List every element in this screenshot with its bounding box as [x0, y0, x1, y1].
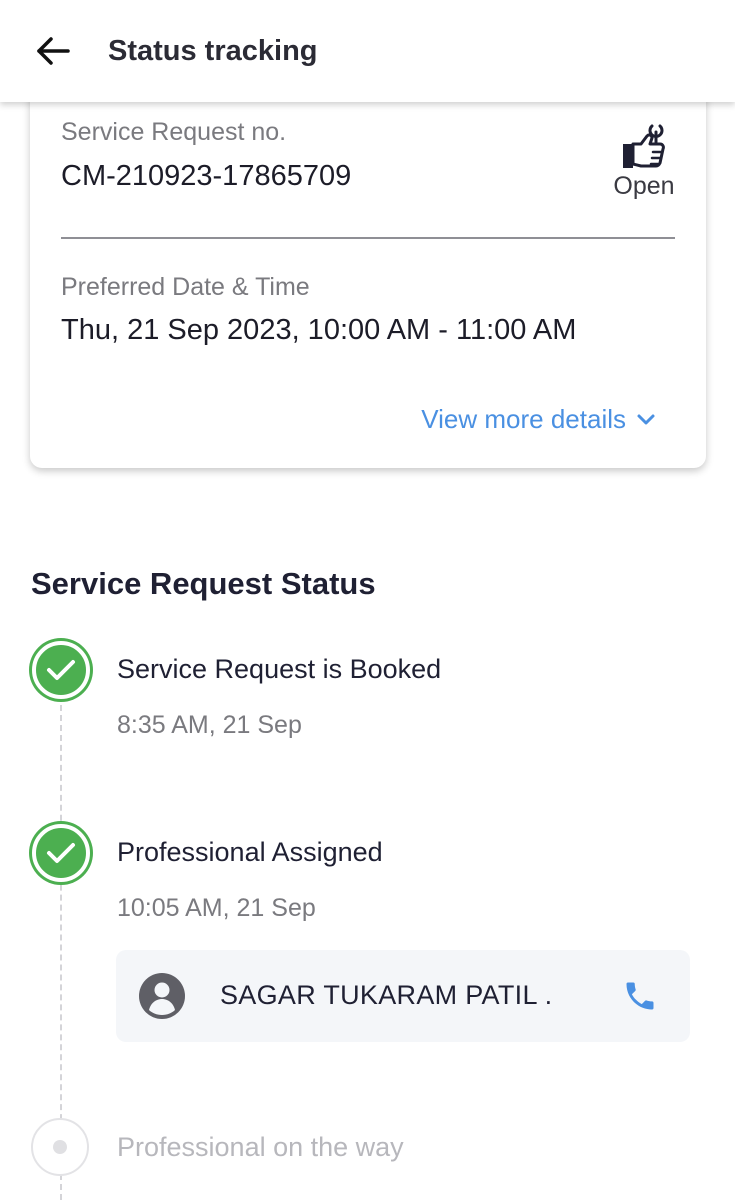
preferred-date-value: Thu, 21 Sep 2023, 10:00 AM - 11:00 AM	[61, 314, 577, 346]
person-circle-icon	[139, 973, 185, 1019]
request-status-badge: Open	[602, 122, 686, 201]
top-app-bar: Status tracking	[0, 0, 735, 102]
step-assigned-title: Professional Assigned	[117, 837, 383, 867]
step-on-the-way-title: Professional on the way	[117, 1132, 404, 1162]
check-icon	[47, 843, 75, 863]
service-request-number: CM-210923-17865709	[61, 160, 352, 192]
view-more-label: View more details	[421, 404, 626, 434]
preferred-date-label: Preferred Date & Time	[61, 273, 310, 301]
status-section-title: Service Request Status	[31, 566, 376, 601]
professional-name: SAGAR TUKARAM PATIL .	[220, 980, 553, 1010]
back-button[interactable]	[30, 28, 76, 74]
assigned-professional-card: SAGAR TUKARAM PATIL .	[116, 950, 690, 1042]
phone-icon	[626, 982, 654, 1010]
step-assigned-check-icon	[32, 824, 90, 882]
app-root: Service Request no. CM-210923-17865709 O…	[0, 0, 735, 1200]
status-text: Open	[613, 172, 675, 200]
service-request-label: Service Request no.	[61, 118, 287, 146]
chevron-down-icon	[637, 414, 655, 424]
pending-dot-icon	[53, 1140, 67, 1154]
step-assigned-time: 10:05 AM, 21 Sep	[117, 894, 316, 922]
call-professional-button[interactable]	[622, 978, 658, 1014]
step-booked-time: 8:35 AM, 21 Sep	[117, 711, 302, 739]
view-more-details-link[interactable]: View more details	[421, 404, 656, 435]
arrow-left-icon	[37, 37, 70, 65]
thumbs-up-wrench-icon	[623, 124, 665, 168]
card-divider	[61, 237, 675, 239]
page-title: Status tracking	[108, 35, 318, 67]
check-icon	[47, 660, 75, 680]
step-on-the-way-pending-icon	[31, 1118, 89, 1176]
request-summary-card: Service Request no. CM-210923-17865709 O…	[30, 70, 706, 468]
step-booked-title: Service Request is Booked	[117, 654, 442, 684]
step-booked-check-icon	[32, 641, 90, 699]
